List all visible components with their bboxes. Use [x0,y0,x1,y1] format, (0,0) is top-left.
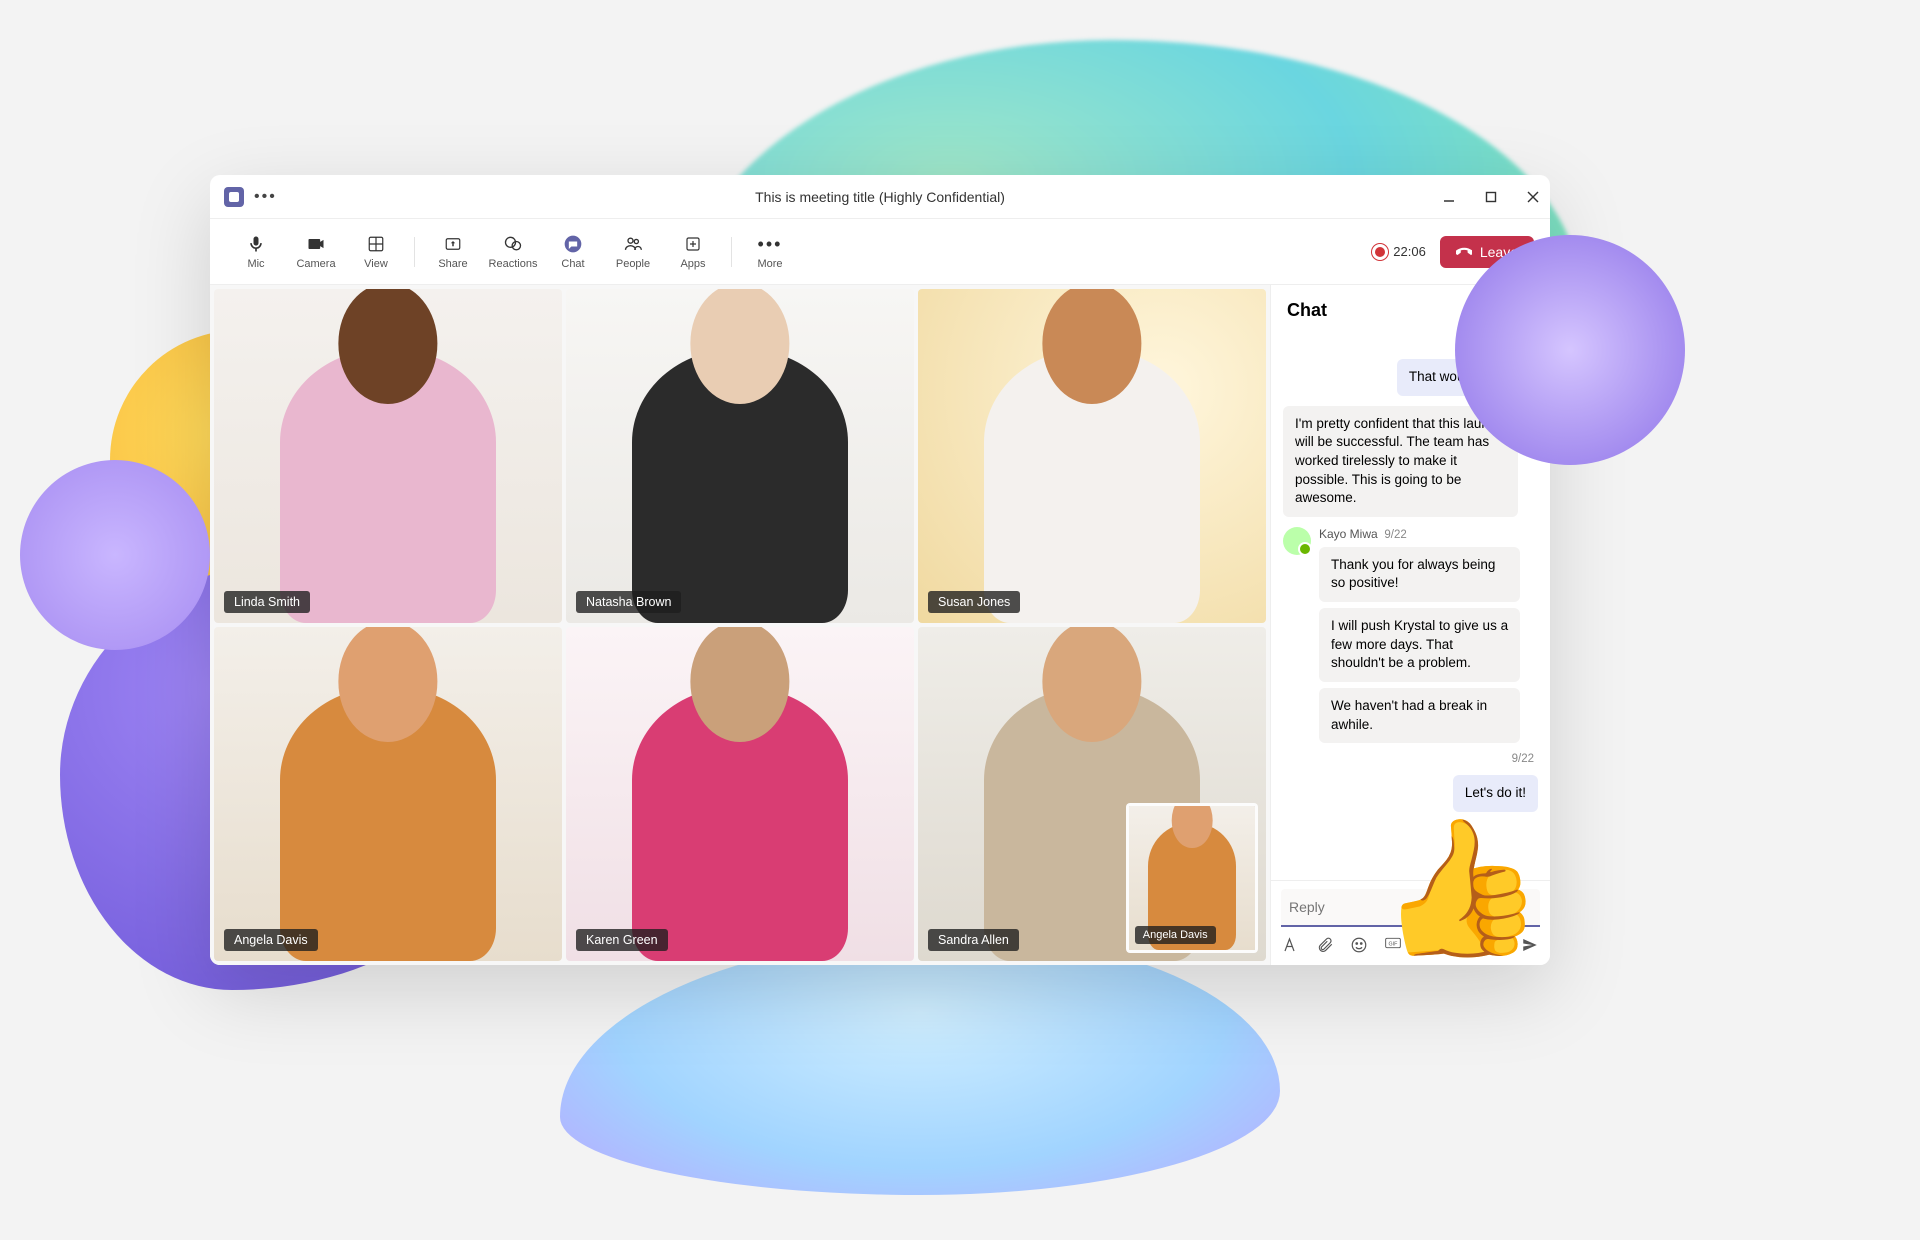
emoji-button[interactable] [1349,935,1369,955]
message-author: Kayo Miwa 9/22 [1319,527,1538,541]
participant-name: Natasha Brown [576,591,681,613]
participant-name: Linda Smith [224,591,310,613]
participant-tile[interactable]: Susan Jones [918,289,1266,623]
thumbs-up-icon: 👍 [1367,802,1551,977]
chat-title: Chat [1287,300,1327,321]
maximize-button[interactable] [1482,190,1500,204]
camera-button[interactable]: Camera [286,233,346,270]
apps-button[interactable]: Apps [663,233,723,270]
attach-button[interactable] [1315,935,1335,955]
more-button[interactable]: ••• More [740,233,800,270]
recording-dot-icon [1375,247,1385,257]
participant-video [214,627,562,961]
window-title: This is meeting title (Highly Confidenti… [210,189,1550,205]
participant-tile[interactable]: Natasha Brown [566,289,914,623]
decor-blob-cyan [560,935,1280,1195]
camera-icon [305,233,327,255]
message-timestamp: 9/22 [1512,753,1538,765]
close-button[interactable] [1524,190,1542,204]
mic-icon [245,233,267,255]
people-icon [622,233,644,255]
view-label: View [364,258,388,270]
teams-logo-icon [224,187,244,207]
format-button[interactable] [1281,935,1301,955]
participant-tile[interactable]: Angela Davis [214,627,562,961]
share-button[interactable]: Share [423,233,483,270]
participant-video [566,289,914,623]
video-gallery: Linda Smith Natasha Brown Susan Jones An… [210,285,1270,965]
reactions-button[interactable]: Reactions [483,233,543,270]
view-icon [365,233,387,255]
titlebar-more-button[interactable]: ••• [254,188,277,206]
recording-indicator: 22:06 [1375,244,1426,259]
decor-avatar-right [1455,235,1685,465]
participant-name: Angela Davis [224,929,318,951]
participant-tile[interactable]: Linda Smith [214,289,562,623]
more-icon: ••• [759,233,781,255]
mic-label: Mic [247,258,264,270]
self-name: Angela Davis [1135,926,1216,944]
titlebar: ••• This is meeting title (Highly Confid… [210,175,1550,219]
participant-video [214,289,562,623]
camera-label: Camera [296,258,335,270]
elapsed-time: 22:06 [1393,244,1426,259]
meeting-main: Linda Smith Natasha Brown Susan Jones An… [210,285,1550,965]
toolbar-separator [731,237,732,267]
reactions-label: Reactions [489,258,538,270]
chat-message-other: I will push Krystal to give us a few mor… [1319,608,1520,682]
share-icon [442,233,464,255]
avatar [1283,527,1311,555]
decor-avatar-left [20,460,210,650]
self-preview[interactable]: Angela Davis [1126,803,1258,953]
minimize-button[interactable] [1440,190,1458,204]
apps-label: Apps [680,258,705,270]
apps-icon [682,233,704,255]
chat-label: Chat [561,258,584,270]
toolbar-separator [414,237,415,267]
share-label: Share [438,258,467,270]
meeting-toolbar: Mic Camera View Share Reactions [210,219,1550,285]
people-label: People [616,258,650,270]
chat-message-other: Thank you for always being so positive! [1319,547,1520,602]
meeting-window: ••• This is meeting title (Highly Confid… [210,175,1550,965]
participant-tile[interactable]: Karen Green [566,627,914,961]
chat-message-other: We haven't had a break in awhile. [1319,688,1520,743]
chat-message-group: Kayo Miwa 9/22 Thank you for always bein… [1283,527,1538,743]
participant-name: Susan Jones [928,591,1020,613]
reactions-icon [502,233,524,255]
view-button[interactable]: View [346,233,406,270]
participant-tile[interactable]: Sandra Allen Angela Davis [918,627,1266,961]
chat-button[interactable]: Chat [543,233,603,270]
participant-video [566,627,914,961]
participant-name: Karen Green [576,929,668,951]
people-button[interactable]: People [603,233,663,270]
hangup-icon [1456,244,1472,260]
mic-button[interactable]: Mic [226,233,286,270]
chat-icon [562,233,584,255]
more-label: More [757,258,782,270]
participant-video [918,289,1266,623]
participant-name: Sandra Allen [928,929,1019,951]
